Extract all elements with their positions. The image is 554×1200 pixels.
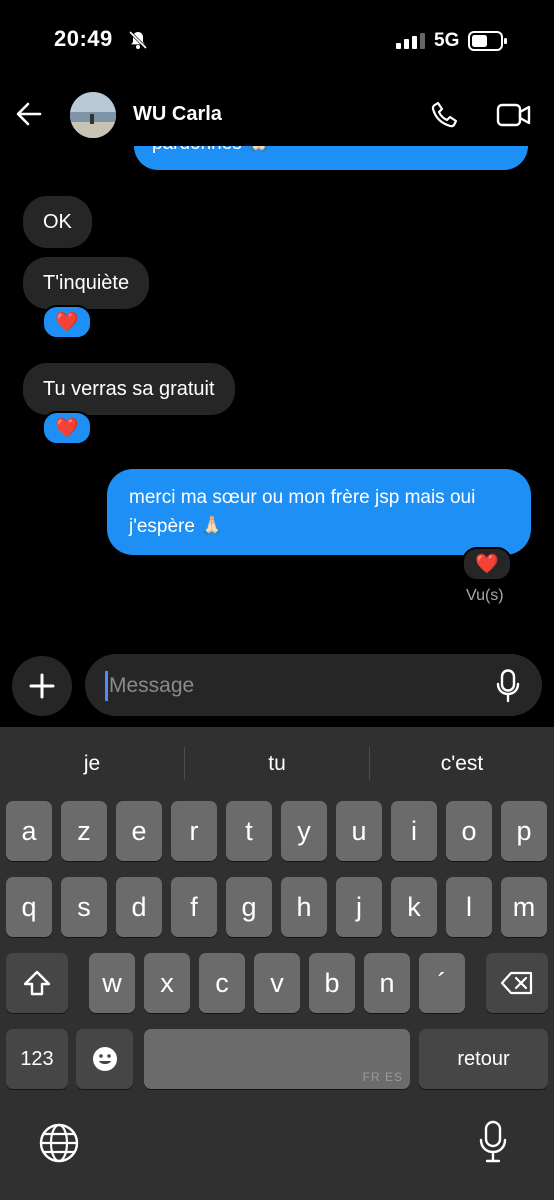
message-text: OK [43, 210, 72, 233]
key[interactable]: c [199, 953, 245, 1013]
return-key[interactable]: retour [419, 1029, 548, 1089]
backspace-icon [500, 971, 533, 995]
emoji-icon [92, 1047, 117, 1071]
incoming-message[interactable]: T'inquiète [23, 257, 150, 309]
globe-icon[interactable] [38, 1122, 80, 1164]
key[interactable]: u [336, 801, 382, 861]
dictation-microphone-icon[interactable] [478, 1120, 508, 1164]
seen-status: Vu(s) [466, 587, 504, 604]
outgoing-message[interactable]: merci ma sœur ou mon frère jsp mais oui … [107, 469, 531, 555]
message-field[interactable]: Message [85, 654, 542, 716]
battery-icon [468, 31, 507, 51]
suggestion[interactable]: je [0, 743, 184, 785]
key[interactable]: i [391, 801, 437, 861]
message-text: merci ma sœur ou mon frère jsp mais oui … [129, 487, 476, 537]
shift-icon [23, 970, 51, 996]
key[interactable]: j [336, 877, 382, 937]
key[interactable]: l [446, 877, 492, 937]
video-call-icon[interactable] [496, 101, 532, 129]
language-label: FR ES [362, 1070, 403, 1084]
add-attachment-button[interactable] [12, 656, 72, 716]
key[interactable]: v [254, 953, 300, 1013]
message-text: Tu verras sa gratuit [43, 377, 215, 400]
key[interactable]: z [61, 801, 107, 861]
key[interactable]: m [501, 877, 547, 937]
phone-icon[interactable] [430, 100, 462, 130]
keyboard: je tu c'est a z e r t y u i o p q s d f … [0, 727, 554, 1200]
heart-icon: ❤️ [55, 312, 79, 333]
status-time: 20:49 [54, 26, 113, 51]
suggestion[interactable]: tu [185, 743, 369, 785]
key[interactable]: r [171, 801, 217, 861]
key[interactable]: p [501, 801, 547, 861]
network-label: 5G [434, 30, 460, 51]
key[interactable]: h [281, 877, 327, 937]
heart-reaction[interactable]: ❤️ [42, 305, 92, 339]
heart-icon: ❤️ [475, 554, 499, 575]
microphone-icon[interactable] [496, 669, 520, 703]
signal-icon [396, 33, 425, 49]
space-bar[interactable]: FR ES [144, 1029, 410, 1089]
emoji-key[interactable] [76, 1029, 133, 1089]
contact-avatar[interactable] [70, 92, 116, 138]
key[interactable]: s [61, 877, 107, 937]
heart-reaction[interactable]: ❤️ [42, 411, 92, 445]
key[interactable]: y [281, 801, 327, 861]
key[interactable]: e [116, 801, 162, 861]
suggestion[interactable]: c'est [370, 743, 554, 785]
key[interactable]: x [144, 953, 190, 1013]
key[interactable]: q [6, 877, 52, 937]
incoming-message[interactable]: OK [23, 196, 92, 248]
shift-key[interactable] [6, 953, 68, 1013]
heart-reaction[interactable]: ❤️ [462, 547, 512, 581]
numbers-key[interactable]: 123 [6, 1029, 68, 1089]
text-caret [105, 671, 108, 701]
key[interactable]: o [446, 801, 492, 861]
key[interactable]: a [6, 801, 52, 861]
key[interactable]: g [226, 877, 272, 937]
back-arrow-icon[interactable] [14, 100, 44, 128]
key[interactable]: w [89, 953, 135, 1013]
accent-key[interactable]: ´ [419, 953, 465, 1013]
key[interactable]: n [364, 953, 410, 1013]
bell-muted-icon [128, 30, 148, 50]
message-input[interactable]: Message [109, 672, 469, 700]
key[interactable]: d [116, 877, 162, 937]
key[interactable]: t [226, 801, 272, 861]
heart-icon: ❤️ [55, 418, 79, 439]
incoming-message[interactable]: Tu verras sa gratuit [23, 363, 235, 415]
key[interactable]: b [309, 953, 355, 1013]
key[interactable]: k [391, 877, 437, 937]
delete-key[interactable] [486, 953, 548, 1013]
contact-name[interactable]: WU Carla [133, 103, 222, 126]
message-text: T'inquiète [43, 271, 130, 294]
key[interactable]: f [171, 877, 217, 937]
plus-icon [29, 673, 55, 699]
